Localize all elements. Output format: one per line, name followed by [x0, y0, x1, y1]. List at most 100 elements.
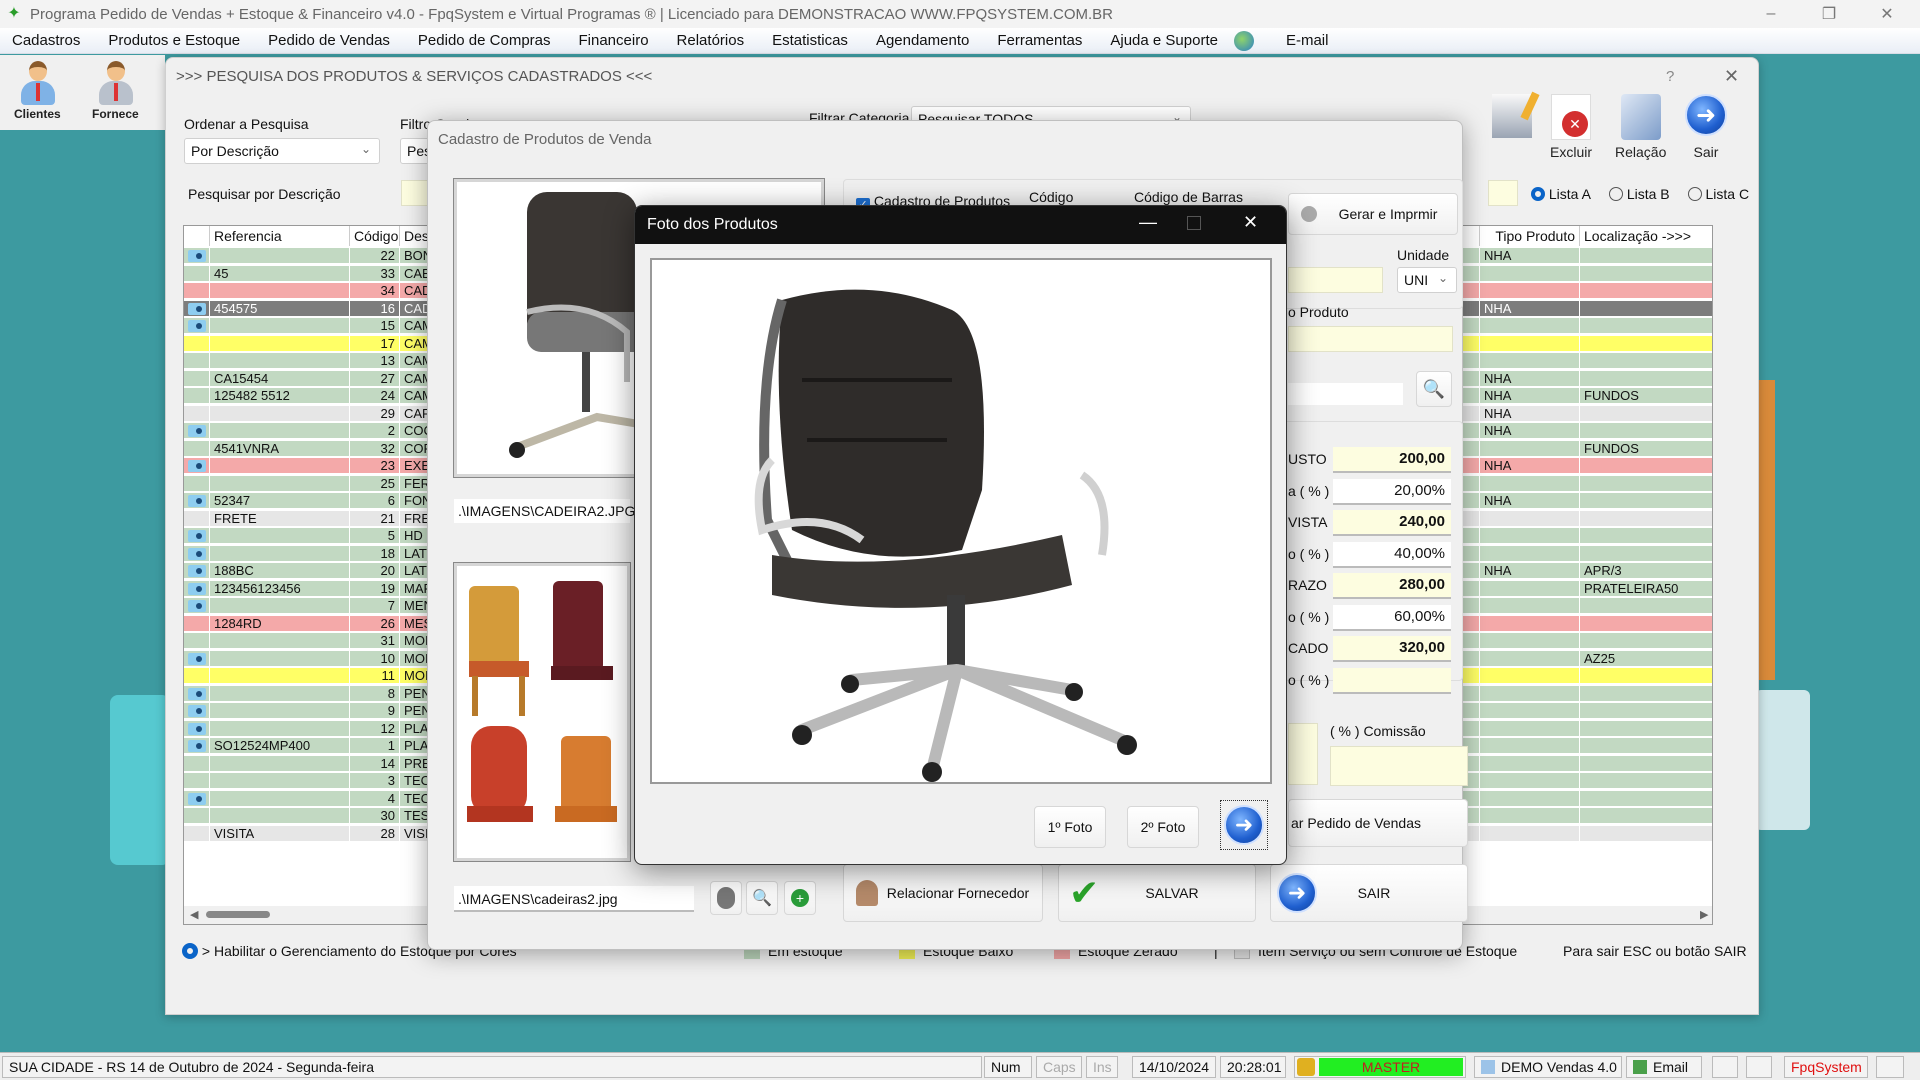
menu-cadastros[interactable]: Cadastros: [0, 32, 96, 49]
clientes-button[interactable]: Clientes: [14, 59, 61, 121]
help-button[interactable]: ?: [1666, 68, 1674, 85]
camera-icon: [188, 425, 206, 437]
fornecedor-button[interactable]: Fornece: [92, 59, 139, 121]
price-input[interactable]: 200,00: [1333, 447, 1451, 473]
add-image-button[interactable]: +: [784, 881, 816, 915]
column-header-localizacao[interactable]: Localização ->>>: [1580, 226, 1712, 246]
excluir-button[interactable]: ✕ Excluir: [1550, 94, 1592, 160]
price-input[interactable]: 60,00%: [1333, 604, 1451, 631]
menu-email[interactable]: E-mail: [1274, 32, 1345, 49]
column-header-photo[interactable]: [184, 226, 210, 246]
photo-minimize-button[interactable]: —: [1139, 212, 1157, 233]
price-label: o ( % ): [1288, 671, 1330, 688]
order-select[interactable]: Por Descrição ⌄: [184, 138, 380, 164]
menu-produtos-estoque[interactable]: Produtos e Estoque: [96, 32, 256, 49]
alterar-button[interactable]: Alterar: [1491, 91, 1540, 158]
menu-ajuda-suporte[interactable]: Ajuda e Suporte: [1098, 32, 1234, 49]
menu-financeiro[interactable]: Financeiro: [567, 32, 665, 49]
price-label: CADO: [1288, 640, 1329, 656]
exit-arrow-icon: ➜: [1277, 873, 1317, 913]
price-input[interactable]: 40,00%: [1333, 541, 1451, 568]
extra-input[interactable]: [1288, 723, 1318, 785]
gerar-pedido-button[interactable]: ar Pedido de Vendas: [1288, 799, 1468, 847]
column-header-tipo[interactable]: Tipo Produto: [1480, 226, 1580, 246]
category-input[interactable]: [1288, 383, 1403, 405]
close-button[interactable]: ✕: [1858, 0, 1916, 28]
cell-loc: [1580, 633, 1712, 649]
menu-ferramentas[interactable]: Ferramentas: [985, 32, 1098, 49]
restore-button[interactable]: ❐: [1800, 0, 1858, 28]
cell-tipo: [1480, 598, 1579, 614]
scroll-left-icon[interactable]: ◀: [190, 908, 198, 921]
photo-maximize-button[interactable]: [1187, 216, 1201, 230]
cell-ref: [210, 598, 349, 614]
menu-pedido-vendas[interactable]: Pedido de Vendas: [256, 32, 406, 49]
fornecedor-label: Fornece: [92, 107, 139, 121]
network-status-icon[interactable]: [1746, 1056, 1772, 1078]
codigo-label: Código: [1029, 189, 1074, 205]
menu-estatisticas[interactable]: Estatisticas: [760, 32, 864, 49]
status-email[interactable]: Email: [1626, 1056, 1702, 1078]
column-header-referencia[interactable]: Referencia: [210, 226, 350, 246]
menu-relatorios[interactable]: Relatórios: [665, 32, 761, 49]
cell-tipo: [1480, 440, 1579, 457]
photo-close-button[interactable]: ✕: [1243, 212, 1258, 233]
second-photo-button[interactable]: 2º Foto: [1127, 806, 1199, 848]
radio-lista-a[interactable]: Lista A: [1531, 186, 1591, 202]
scroll-right-icon[interactable]: ▶: [1700, 908, 1708, 921]
price-input[interactable]: 320,00: [1333, 636, 1451, 662]
menu-pedido-compras[interactable]: Pedido de Compras: [406, 32, 567, 49]
cell-ref: [210, 808, 349, 824]
unidade-select[interactable]: UNI ⌄: [1397, 267, 1457, 293]
cell-tipo: [1480, 545, 1579, 562]
camera-icon: [188, 792, 206, 805]
webcam-button[interactable]: [710, 881, 742, 915]
cell-ref: [210, 318, 349, 334]
camera-icon: [188, 320, 206, 332]
globe-icon[interactable]: [1233, 30, 1254, 51]
sair-toolbar-button[interactable]: ➜ Sair: [1685, 94, 1727, 160]
cell-loc: [1580, 808, 1712, 824]
radio-lista-c[interactable]: Lista C: [1687, 186, 1749, 202]
cell-photo: [184, 370, 209, 387]
cell-loc: FUNDOS: [1580, 440, 1712, 457]
product-image-2[interactable]: [453, 562, 631, 862]
comissao-input[interactable]: [1330, 746, 1468, 786]
menu-agendamento[interactable]: Agendamento: [864, 32, 985, 49]
keys-icon[interactable]: [1876, 1056, 1904, 1078]
clients-icon: [17, 59, 57, 107]
excluir-label: Excluir: [1550, 144, 1593, 160]
salvar-label: SALVAR: [1145, 885, 1199, 901]
image2-path-input[interactable]: .\IMAGENS\cadeiras2.jpg: [454, 886, 694, 912]
column-header-codigo[interactable]: Código: [350, 226, 400, 246]
cell-tipo: [1480, 318, 1579, 334]
price-input[interactable]: 280,00: [1333, 573, 1451, 599]
cell-tipo: [1480, 668, 1579, 684]
cell-photo: [184, 703, 209, 719]
price-input[interactable]: 20,00%: [1333, 478, 1451, 505]
zoom-image-button[interactable]: 🔍: [746, 881, 778, 915]
horizontal-scrollbar-thumb[interactable]: [206, 911, 270, 918]
search-category-button[interactable]: 🔍: [1416, 371, 1452, 407]
printer-status-icon[interactable]: [1712, 1056, 1738, 1078]
product-description-input[interactable]: [1288, 326, 1453, 352]
product-name-input[interactable]: [1288, 267, 1383, 293]
status-user[interactable]: MASTER: [1294, 1056, 1466, 1078]
cell-code: 14: [350, 755, 399, 772]
product-photo-dialog: Foto dos Produtos — ✕ 1º Foto 2º Foto ➜: [634, 205, 1287, 865]
image1-path-input[interactable]: .\IMAGENS\CADEIRA2.JPG: [454, 499, 635, 523]
gerar-imprimir-button[interactable]: Gerar e Imprmir: [1288, 193, 1458, 235]
first-photo-button[interactable]: 1º Foto: [1034, 806, 1106, 848]
minimize-button[interactable]: –: [1742, 0, 1800, 28]
search-window-close-button[interactable]: ✕: [1724, 66, 1739, 87]
sair-button[interactable]: ➜ SAIR: [1270, 864, 1468, 922]
cell-ref: [210, 633, 349, 649]
relacao-button[interactable]: Relação: [1615, 94, 1666, 160]
price-input[interactable]: 240,00: [1333, 510, 1451, 536]
relacionar-fornecedor-button[interactable]: Relacionar Fornecedor: [843, 864, 1043, 922]
search-code-input[interactable]: [1488, 180, 1518, 206]
photo-exit-button[interactable]: ➜: [1220, 800, 1268, 850]
price-input[interactable]: [1333, 667, 1451, 694]
radio-lista-b[interactable]: Lista B: [1608, 186, 1670, 202]
salvar-button[interactable]: ✔ SALVAR: [1058, 864, 1256, 922]
